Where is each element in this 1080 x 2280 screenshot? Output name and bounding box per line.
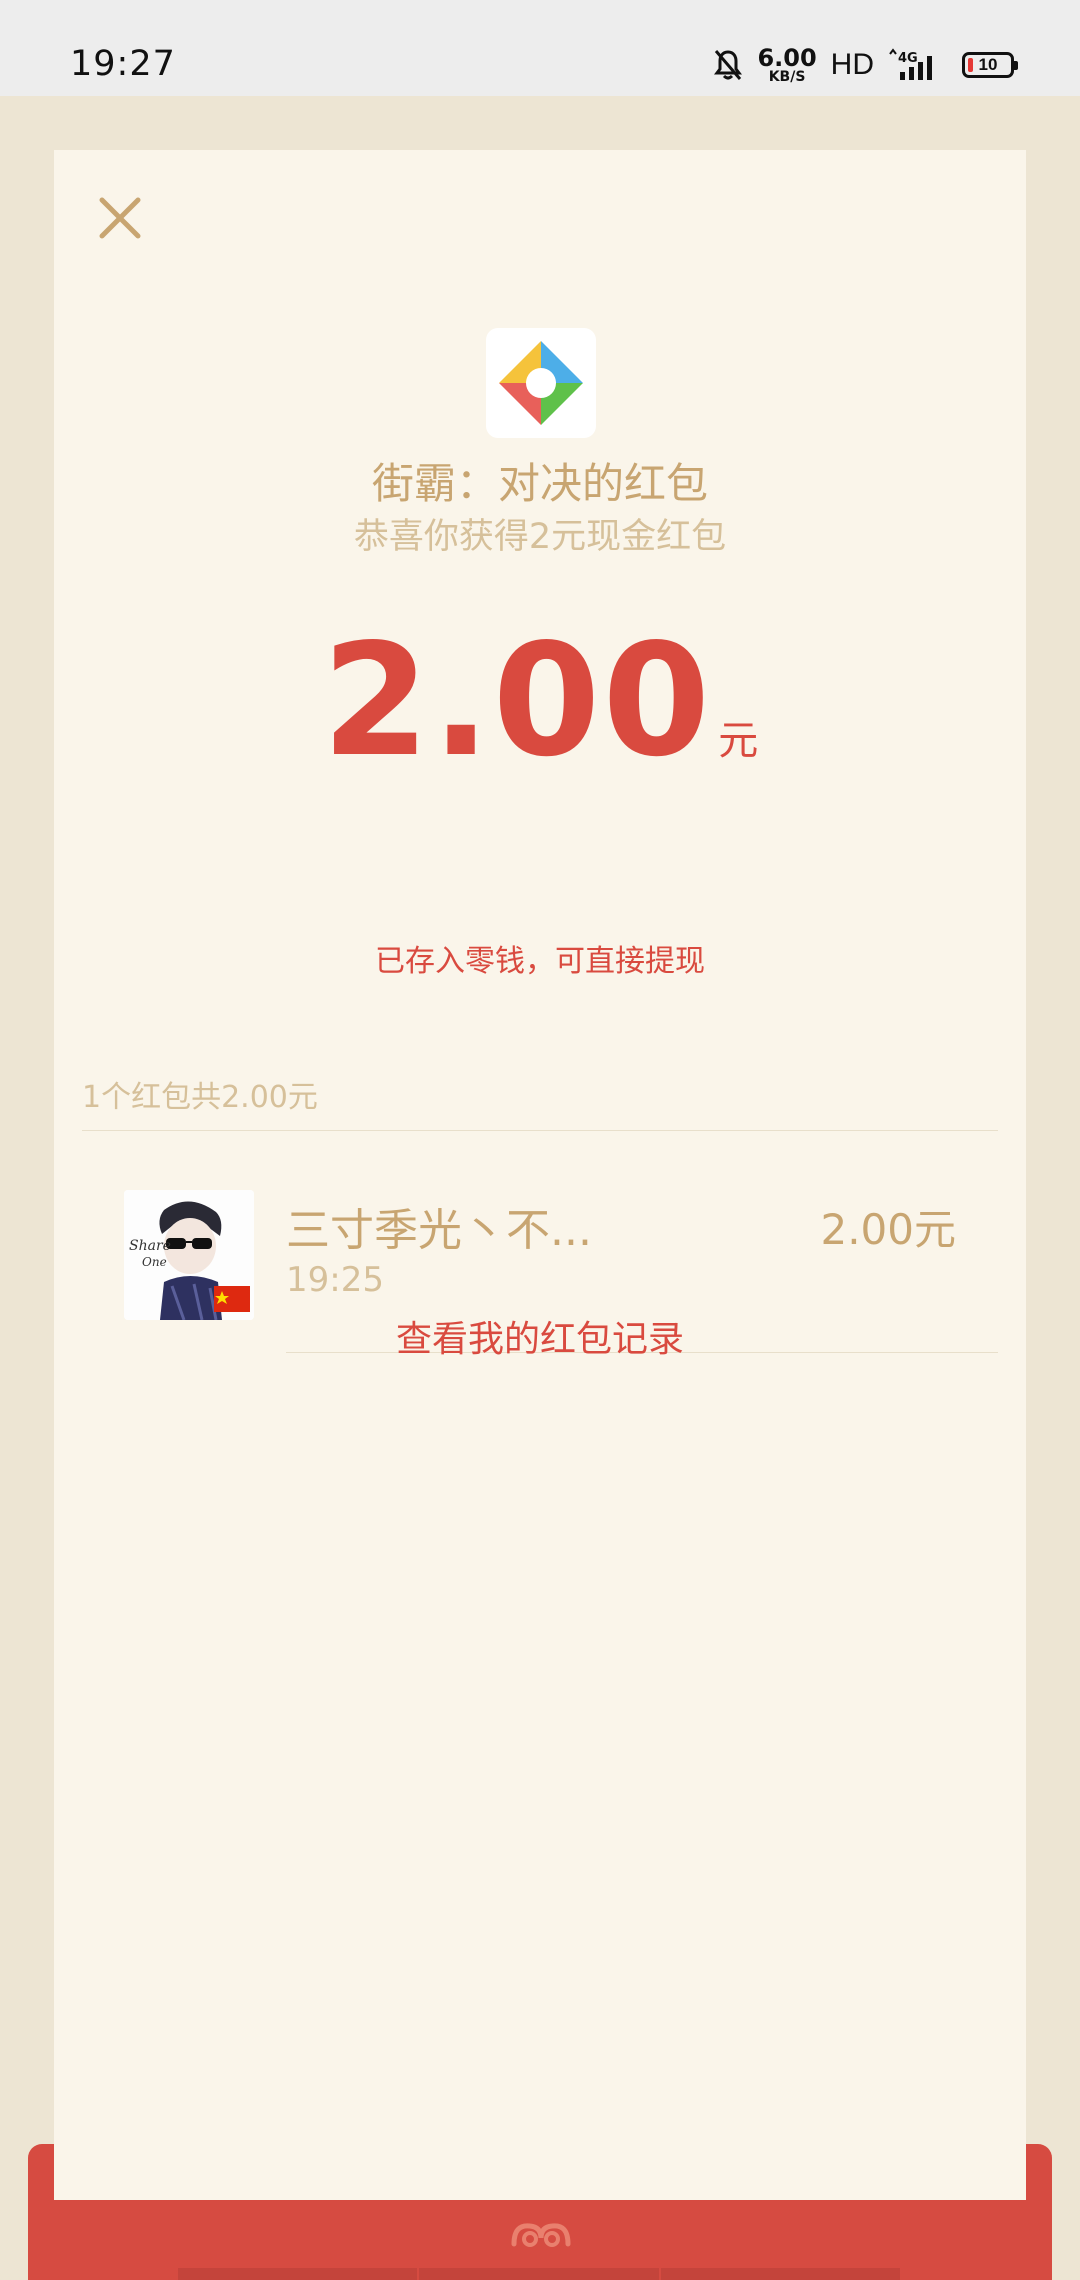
status-icons: 6.00 KB/S HD 4G 10 <box>713 42 1018 88</box>
close-icon[interactable] <box>90 188 150 248</box>
avatar[interactable]: Share One <box>124 1190 254 1320</box>
amount-value: 2.00 <box>321 610 713 791</box>
svg-text:Share: Share <box>129 1238 171 1254</box>
received-amount: 2.00 元 <box>54 610 1026 791</box>
pocket-tab <box>419 2268 659 2280</box>
divider <box>82 1130 998 1131</box>
signal-4g-icon: 4G <box>889 48 932 80</box>
amount-unit: 元 <box>718 718 759 764</box>
speed-unit: KB/S <box>768 69 806 85</box>
network-speed: 6.00 KB/S <box>757 46 816 84</box>
cloud-swirl-icon <box>511 2223 571 2247</box>
red-envelope-detail-card: 街霸：对决的红包 恭喜你获得2元现金红包 2.00 元 已存入零钱，可直接提现 1… <box>54 150 1026 2200</box>
network-type: 4G <box>898 51 918 66</box>
pocket-tab <box>660 2268 900 2280</box>
envelope-summary: 1个红包共2.00元 <box>82 1080 318 1115</box>
user-avatar-icon: Share One <box>124 1190 254 1320</box>
status-time: 19:27 <box>70 44 176 84</box>
sender-name: 三寸季光丶不... <box>286 1205 592 1256</box>
zigzag-edge <box>54 2188 1026 2202</box>
amount-note[interactable]: 已存入零钱，可直接提现 <box>54 936 1026 980</box>
pocket-decoration <box>178 2268 900 2280</box>
battery-indicator: 10 <box>962 52 1018 78</box>
bell-off-icon <box>714 50 743 80</box>
svg-text:One: One <box>142 1255 167 1269</box>
record-amount: 2.00元 <box>820 1205 956 1254</box>
envelope-title: 街霸：对决的红包 <box>371 459 708 508</box>
envelope-subtitle: 恭喜你获得2元现金红包 <box>353 517 727 557</box>
game-logo <box>486 328 596 438</box>
hd-indicator: HD <box>830 48 874 81</box>
pocket-tab <box>178 2268 418 2280</box>
status-bar: 19:27 6.00 KB/S HD 4G 10 <box>0 0 1080 96</box>
received-time: 19:25 <box>286 1260 384 1300</box>
speed-value: 6.00 <box>757 44 817 72</box>
view-records-link[interactable]: 查看我的红包记录 <box>54 1310 1026 1362</box>
colorful-diamond-logo-icon <box>499 341 583 425</box>
battery-level: 10 <box>978 55 998 74</box>
